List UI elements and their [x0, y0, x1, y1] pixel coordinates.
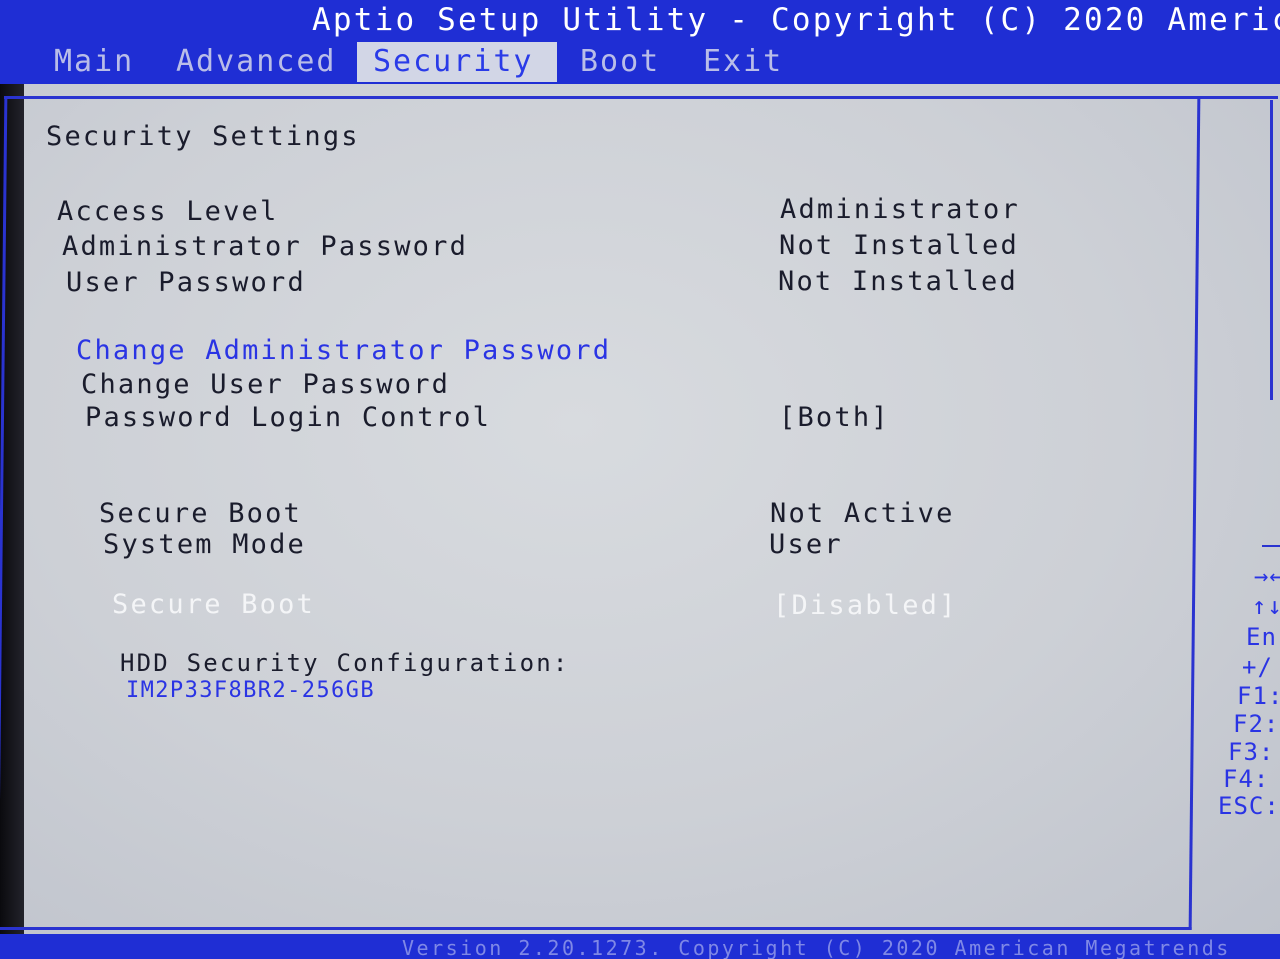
help-divider	[1262, 545, 1280, 547]
help-key-f4: F4:	[1223, 765, 1270, 793]
bios-screen: Aptio Setup Utility - Copyright (C) 2020…	[0, 0, 1280, 959]
tab-bar: Main Advanced Security Boot Exit	[0, 42, 1280, 82]
help-key-f3: F3:	[1228, 738, 1275, 766]
tab-main[interactable]: Main	[38, 42, 150, 82]
system-mode-label: System Mode	[103, 529, 307, 560]
hdd-security-label: HDD Security Configuration:	[120, 649, 570, 677]
tab-advanced[interactable]: Advanced	[160, 42, 353, 82]
secure-boot-option-value[interactable]: [Disabled]	[773, 590, 958, 621]
help-key-f2: F2:	[1233, 710, 1280, 738]
tab-security[interactable]: Security	[357, 42, 557, 82]
tab-exit[interactable]: Exit	[687, 42, 799, 82]
secure-boot-option-label[interactable]: Secure Boot	[112, 589, 315, 620]
admin-password-value: Not Installed	[779, 230, 1019, 261]
help-key-select-screen: →←	[1254, 562, 1280, 590]
help-key-change-opt: +/	[1242, 653, 1273, 681]
hdd-device-item[interactable]: IM2P33F8BR2-256GB	[126, 678, 375, 703]
help-panel-border	[1270, 100, 1273, 400]
system-mode-value: User	[769, 529, 843, 560]
tab-boot[interactable]: Boot	[564, 42, 676, 82]
change-admin-password-item[interactable]: Change Administrator Password	[76, 335, 611, 366]
help-key-select-item: ↑↓	[1252, 592, 1280, 620]
admin-password-label: Administrator Password	[62, 231, 469, 262]
secure-boot-status-value: Not Active	[770, 498, 955, 529]
password-login-control-value[interactable]: [Both]	[779, 402, 890, 433]
help-key-f1: F1:	[1237, 682, 1280, 710]
help-key-esc: ESC:	[1218, 792, 1280, 820]
window-title: Aptio Setup Utility - Copyright (C) 2020…	[312, 2, 1280, 38]
secure-boot-status-label: Secure Boot	[99, 498, 303, 529]
change-user-password-item[interactable]: Change User Password	[81, 369, 450, 400]
user-password-label: User Password	[66, 267, 306, 298]
access-level-label: Access Level	[57, 196, 279, 227]
user-password-value: Not Installed	[778, 266, 1018, 297]
version-copyright: Version 2.20.1273. Copyright (C) 2020 Am…	[402, 936, 1231, 959]
section-title: Security Settings	[46, 121, 360, 152]
help-key-enter: En	[1246, 623, 1277, 651]
access-level-value: Administrator	[780, 194, 1020, 225]
password-login-control-label[interactable]: Password Login Control	[85, 402, 491, 433]
